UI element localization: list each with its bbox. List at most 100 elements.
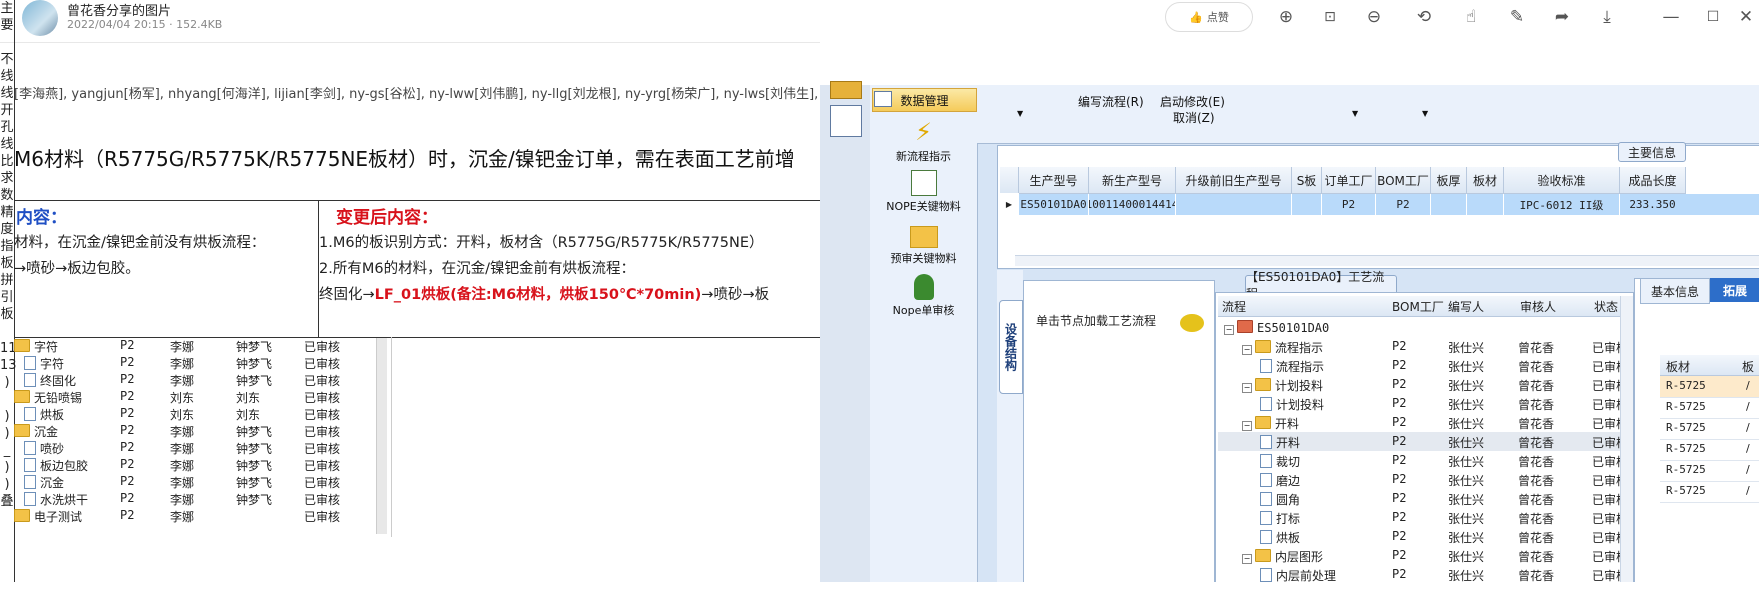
close-icon[interactable]: ✕ — [1736, 4, 1756, 30]
tree-header-cell[interactable]: BOM工厂 — [1388, 296, 1445, 317]
strip-char: 板 — [0, 256, 14, 271]
tree-row[interactable]: − ES50101DA0 — [1218, 318, 1623, 337]
tree-row[interactable]: 电子测试 P2 李娜 已审核 — [14, 507, 391, 526]
share-icon[interactable]: ➦ — [1548, 4, 1576, 30]
file-icon — [24, 475, 36, 489]
dropdown-arrow-icon[interactable]: ▼ — [1422, 109, 1428, 118]
collapse-icon[interactable]: − — [1242, 383, 1252, 393]
nav-item-prereview-material[interactable]: 预审关键物料 — [870, 222, 977, 266]
edit-flow-button[interactable]: 编写流程(R) — [1078, 93, 1144, 110]
bom-cell: P2 — [1392, 415, 1407, 429]
grid-cell[interactable]: IPC-6012 II级 — [1504, 194, 1619, 215]
tree-row[interactable]: 打标 P2 张仕兴 曾花香 已审核 — [1218, 508, 1628, 527]
tab-extended[interactable]: 拓展 — [1710, 278, 1759, 302]
grid-cell[interactable]: ES50101DA0 — [1019, 194, 1088, 215]
tree-header-cell[interactable]: 审核人 — [1516, 296, 1591, 317]
minimize-icon[interactable]: — — [1660, 4, 1682, 30]
dropdown-arrow-icon[interactable]: ▼ — [1017, 109, 1023, 118]
file-icon — [1260, 568, 1272, 582]
tree-row[interactable]: − 计划投料 P2 张仕兴 曾花香 已审核 — [1218, 375, 1628, 394]
nav-item-nope-review[interactable]: Nope单审核 — [870, 274, 977, 318]
right-grid-row[interactable]: R-5725 / — [1660, 460, 1759, 482]
before-line-1: 材料，在沉金/镍钯金前没有烘板流程： — [14, 235, 266, 251]
tree-row[interactable]: − 流程指示 P2 张仕兴 曾花香 已审核 — [1218, 337, 1628, 356]
grid-header-cell[interactable]: 板材 — [1467, 167, 1504, 194]
tree-row[interactable]: 计划投料 P2 张仕兴 曾花香 已审核 — [1218, 394, 1628, 413]
zoom-out-icon[interactable]: ⊖ — [1360, 4, 1388, 30]
folder-icon — [1255, 549, 1271, 562]
status-cell: 已审核 — [304, 425, 341, 439]
calculator-icon[interactable] — [830, 105, 862, 137]
right-grid-row[interactable]: R-5725 / — [1660, 439, 1759, 461]
grid-cell[interactable]: P2 — [1322, 194, 1375, 215]
tree-row[interactable]: − 内层图形 P2 张仕兴 曾花香 已审核 — [1218, 546, 1628, 565]
tree-row[interactable]: 烘板 P2 张仕兴 曾花香 已审核 — [1218, 527, 1628, 546]
grid-cell[interactable] — [1467, 194, 1503, 215]
nav-item-new-flow[interactable]: ⚡ 新流程指示 — [870, 118, 977, 164]
grid-header-cell[interactable]: BOM工厂 — [1376, 167, 1431, 194]
right-grid-row[interactable]: R-5725 / — [1660, 376, 1759, 398]
download-icon[interactable]: ⤓ — [1593, 4, 1621, 30]
like-button[interactable]: 👍 点赞 — [1165, 2, 1253, 32]
grid-cell[interactable]: 233.350 — [1620, 194, 1685, 215]
tree-node-name: 烘板 — [1260, 529, 1300, 546]
cancel-button[interactable]: 取消(Z) — [1173, 109, 1215, 126]
grid-header-cell[interactable]: 生产型号 — [1019, 167, 1089, 194]
grid-header-cell[interactable]: 订单工厂 — [1322, 167, 1376, 194]
collapse-icon[interactable]: − — [1224, 325, 1234, 335]
tree-row[interactable]: 流程指示 P2 张仕兴 曾花香 已审核 — [1218, 356, 1628, 375]
zoom-in-icon[interactable]: ⊕ — [1272, 4, 1300, 30]
tree-header-cell[interactable]: 流程 — [1218, 296, 1389, 317]
process-tree-scrollbar[interactable] — [1620, 296, 1633, 582]
file-icon — [24, 458, 36, 472]
board-material-cell: R-5725 — [1666, 421, 1706, 434]
tree-header-cell[interactable]: 编写人 — [1444, 296, 1517, 317]
grid-header-cell[interactable]: 升级前旧生产型号 — [1176, 167, 1292, 194]
grid-cell[interactable] — [1431, 194, 1466, 215]
bom-cell: P2 — [120, 491, 135, 505]
home-icon — [1237, 320, 1253, 333]
grid-header-cell[interactable]: 板厚 — [1431, 167, 1467, 194]
right-grid-row[interactable]: R-5725 / — [1660, 397, 1759, 419]
nav-item-nope-material[interactable]: NOPE关键物料 — [870, 170, 977, 214]
grid-cell[interactable] — [1292, 194, 1321, 215]
grid-cell[interactable] — [1176, 194, 1291, 215]
tree-row[interactable]: − 开料 P2 张仕兴 曾花香 已审核 — [1218, 413, 1628, 432]
grid-header-cell[interactable]: 验收标准 — [1504, 167, 1620, 194]
grid-header-cell[interactable]: S板 — [1292, 167, 1322, 194]
writer-cell: 李娜 — [170, 476, 195, 490]
hand-tool-icon[interactable]: ☝ — [1457, 4, 1485, 30]
rotate-icon[interactable]: ⟲ — [1410, 4, 1438, 30]
tree-node-name: 开料 — [1260, 434, 1300, 451]
tab-equipment-structure[interactable]: 设备结构 — [999, 300, 1023, 394]
collapse-icon[interactable]: − — [1242, 345, 1252, 355]
collapse-icon[interactable]: − — [1242, 421, 1252, 431]
actual-size-icon[interactable]: ⊡ — [1316, 4, 1344, 30]
calendar-icon[interactable] — [830, 81, 862, 99]
right-grid-row[interactable]: R-5725 / — [1660, 418, 1759, 440]
start-edit-button[interactable]: 启动修改(E) — [1160, 93, 1225, 110]
tree-node-name: 圆角 — [1260, 491, 1300, 508]
tree-row[interactable]: 圆角 P2 张仕兴 曾花香 已审核 — [1218, 489, 1628, 508]
tree-row[interactable]: 开料 P2 张仕兴 曾花香 已审核 — [1218, 432, 1628, 451]
maximize-icon[interactable]: ☐ — [1702, 4, 1724, 30]
collapse-icon[interactable]: − — [1242, 554, 1252, 564]
left-tree-scrollbar[interactable] — [376, 338, 387, 534]
edit-image-icon[interactable]: ✎ — [1503, 4, 1531, 30]
bom-cell: P2 — [1392, 567, 1407, 581]
slash-cell: / — [1746, 400, 1750, 413]
right-grid-row[interactable]: R-5725 / — [1660, 481, 1759, 503]
strip-char: 叠 — [0, 494, 14, 509]
grid-cell[interactable]: 10011400014414 — [1089, 194, 1175, 215]
tree-node-name: 板边包胶 — [24, 457, 88, 474]
tree-row[interactable]: 裁切 P2 张仕兴 曾花香 已审核 — [1218, 451, 1628, 470]
reviewer-cell: 钟梦飞 — [236, 493, 273, 507]
main-grid-h-scrollbar[interactable] — [1015, 255, 1759, 266]
tree-row[interactable]: 磨边 P2 张仕兴 曾花香 已审核 — [1218, 470, 1628, 489]
grid-header-cell[interactable]: 成品长度 — [1620, 167, 1686, 194]
dropdown-arrow-icon[interactable]: ▼ — [1352, 109, 1358, 118]
bom-cell: P2 — [1392, 548, 1407, 562]
grid-cell[interactable]: P2 — [1376, 194, 1430, 215]
tab-basic-info[interactable]: 基本信息 — [1640, 278, 1710, 304]
grid-header-cell[interactable]: 新生产型号 — [1089, 167, 1176, 194]
